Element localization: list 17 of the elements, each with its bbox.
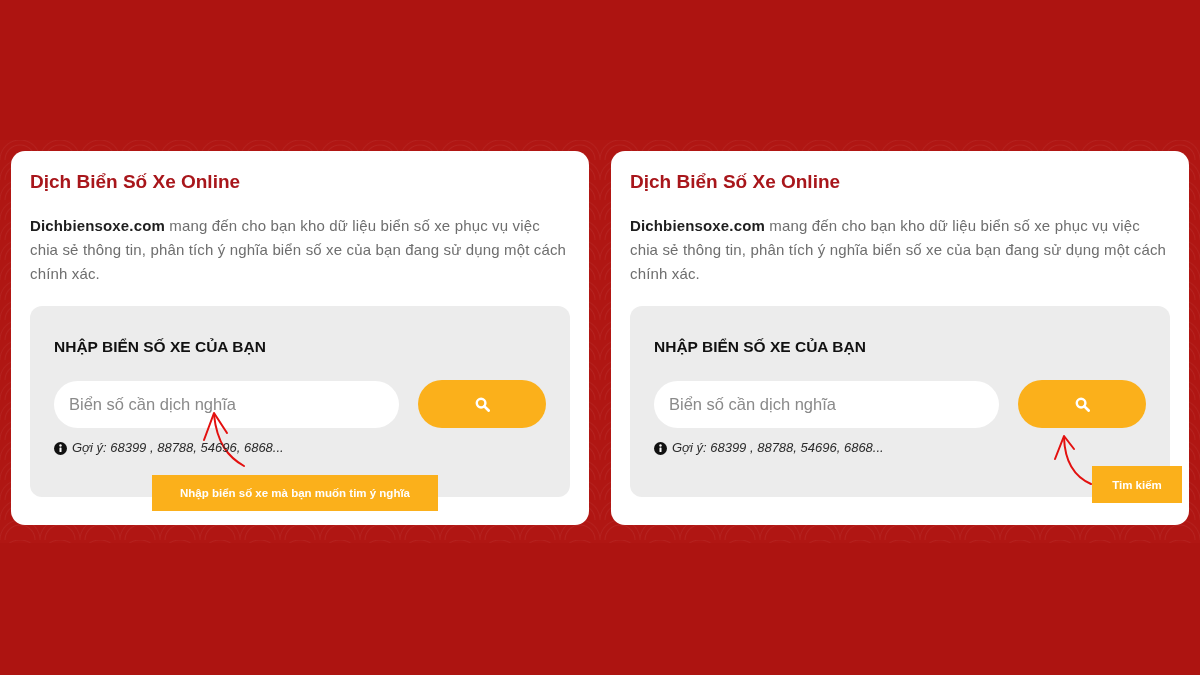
card-title: Dịch Biển Số Xe Online	[30, 170, 242, 194]
intro-paragraph: Dichbiensoxe.com mang đến cho bạn kho dữ liệu biển số xe phục vụ việc chia sẻ thông tin, phân tích ý nghĩa biển số xe của bạn đang sử dụng một cách chính xác.	[630, 216, 1168, 284]
intro-paragraph: Dichbiensoxe.com mang đến cho bạn kho dữ liệu biển số xe phục vụ việc chia sẻ thông tin, phân tích ý nghĩa biển số xe của bạn đang sử dụng một cách chính xác.	[30, 216, 568, 284]
search-field[interactable]: Biển số cần dịch nghĩa	[54, 380, 399, 428]
search-heading: NHẬP BIỂN SỐ XE CỦA BẠN	[654, 337, 867, 357]
suggestion-text: Gợi ý: 68399 , 88788, 54696, 6868...	[672, 440, 884, 456]
search-icon	[1074, 396, 1090, 412]
callout-label: Nhập biển số xe mà bạn muốn tim ý nghĩa	[152, 475, 438, 511]
search-icon	[474, 396, 490, 412]
search-button[interactable]	[418, 380, 546, 428]
info-icon	[654, 441, 667, 455]
info-icon	[54, 441, 67, 455]
search-button[interactable]	[1018, 380, 1146, 428]
card-title: Dịch Biển Số Xe Online	[630, 170, 842, 194]
search-field[interactable]: Biển số cần dịch nghĩa	[654, 380, 999, 428]
callout-label: Tim kiếm	[1092, 466, 1182, 503]
search-heading: NHẬP BIỂN SỐ XE CỦA BẠN	[54, 337, 267, 357]
